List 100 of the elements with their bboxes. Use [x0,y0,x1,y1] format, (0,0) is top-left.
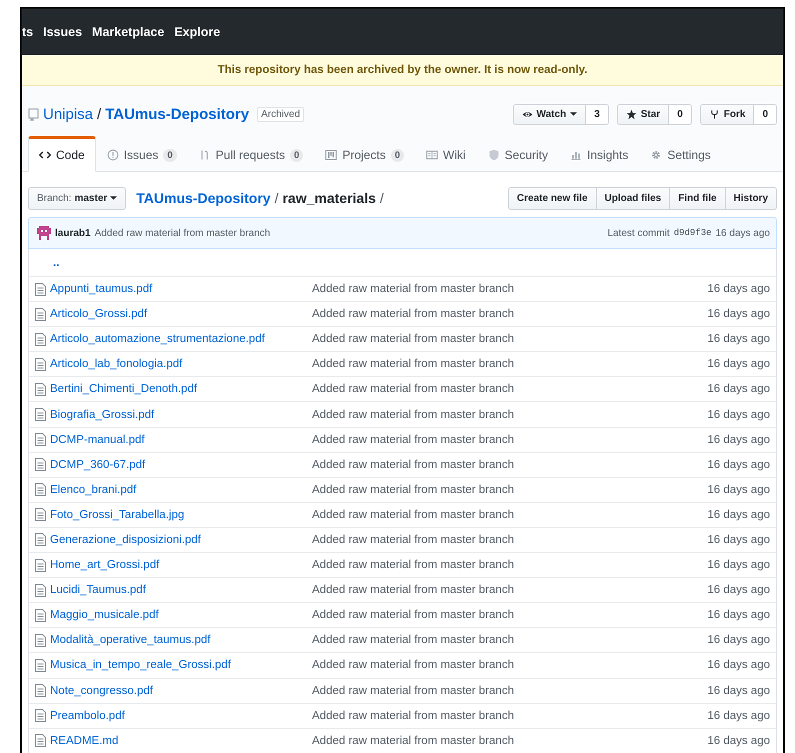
tab-counter: 0 [290,148,304,162]
file-icon [35,684,46,698]
file-age: 16 days ago [707,710,770,722]
file-icon [35,308,46,321]
file-action-button[interactable]: History [726,186,777,210]
commit-message: Added raw material from master branch [312,684,515,697]
gear-icon [650,149,662,161]
commit-message: Added raw material from master branch [312,308,515,320]
repo-action-button[interactable]: Watch [512,104,586,124]
file-age: 16 days ago [707,458,770,471]
commit-age: 16 days ago [716,228,770,238]
file-link[interactable]: Note_congresso.pdf [50,684,312,697]
file-action-button[interactable]: Upload files [596,186,670,210]
commit-author[interactable]: laurab1 [55,228,91,238]
file-icon [35,658,46,672]
file-icon [35,533,46,546]
tab-counter: 0 [163,148,177,162]
archived-label: Archived [257,106,304,122]
avatar-icon [37,226,51,240]
repo-tab[interactable]: Issues 0 [96,136,188,172]
breadcrumb-link[interactable]: TAUmus-Depository [136,190,271,206]
graph-icon [570,149,582,161]
caret-icon [570,112,578,116]
nav-link[interactable]: Issues [43,25,82,39]
book-icon [426,149,438,161]
commit-message: Added raw material from master branch [312,484,515,496]
file-link[interactable]: Biografia_Grossi.pdf [50,408,312,421]
repo-action-button[interactable]: Star [616,104,670,124]
file-link[interactable]: DCMP-manual.pdf [50,434,312,446]
repo-action-button[interactable]: Fork [700,104,754,124]
parent-directory-link[interactable]: .. [53,256,60,268]
file-link[interactable]: Elenco_brani.pdf [50,484,312,496]
commit-message: Added raw material from master branch [312,358,515,370]
social-count[interactable]: 0 [669,104,692,124]
star-icon [626,108,637,120]
file-link[interactable]: Bertini_Chimenti_Denoth.pdf [50,383,312,396]
repo-tab[interactable]: Settings [639,136,722,172]
file-icon [35,584,46,597]
file-icon [35,483,46,496]
file-link[interactable]: Generazione_disposizioni.pdf [50,534,312,546]
file-age: 16 days ago [707,584,770,596]
issue-icon [106,149,119,161]
commit-message: Added raw material from master branch [94,228,270,238]
commit-sha[interactable]: d9d9f3e [674,228,712,238]
file-age: 16 days ago [707,734,770,747]
file-link[interactable]: Modalità_operative_taumus.pdf [50,634,312,646]
file-link[interactable]: Maggio_musicale.pdf [50,609,312,622]
file-icon [35,408,46,422]
repo-tab[interactable]: Insights [559,136,640,172]
file-icon [35,358,46,371]
file-action-button[interactable]: Create new file [508,186,597,210]
commit-message: Added raw material from master branch [312,710,515,722]
commit-message: Added raw material from master branch [312,659,515,672]
file-link[interactable]: Appunti_taumus.pdf [50,283,312,296]
commit-message: Added raw material from master branch [312,383,515,396]
nav-link[interactable]: Marketplace [92,25,164,39]
owner-link[interactable]: Unipisa [43,106,94,122]
file-icon [35,332,46,346]
commit-message: Added raw material from master branch [312,734,515,747]
file-link[interactable]: Articolo_automazione_strumentazione.pdf [50,333,312,346]
file-age: 16 days ago [707,484,770,496]
file-age: 16 days ago [707,508,770,521]
repo-icon [28,108,39,120]
commit-message: Added raw material from master branch [312,634,515,646]
file-age: 16 days ago [707,684,770,697]
file-link[interactable]: Foto_Grossi_Tarabella.jpg [50,508,312,521]
repo-tab[interactable]: Code [28,136,96,172]
file-link[interactable]: Preambolo.pdf [50,710,312,722]
file-icon [35,282,46,296]
social-count[interactable]: 3 [586,104,609,124]
file-action-button[interactable]: Find file [670,186,726,210]
file-age: 16 days ago [707,609,770,622]
file-age: 16 days ago [707,283,770,296]
commit-message: Added raw material from master branch [312,508,515,521]
nav-link[interactable]: ts [22,25,34,39]
repo-tab[interactable]: Wiki [415,136,477,172]
file-link[interactable]: README.md [50,734,312,747]
path-separator: / [97,106,102,122]
file-icon [35,508,46,522]
repo-tab[interactable]: Projects 0 [314,136,415,172]
file-age: 16 days ago [707,634,770,646]
file-age: 16 days ago [707,434,770,446]
file-link[interactable]: Articolo_Grossi.pdf [50,308,312,320]
file-link[interactable]: Articolo_lab_fonologia.pdf [50,358,312,370]
file-age: 16 days ago [707,308,770,320]
commit-message: Added raw material from master branch [312,434,515,446]
file-icon [35,558,46,572]
tab-counter: 0 [390,148,404,162]
branch-select[interactable]: Branch: master [28,186,126,210]
repo-name-link[interactable]: TAUmus-Depository [105,106,250,122]
social-count[interactable]: 0 [754,104,777,124]
file-age: 16 days ago [707,333,770,346]
repo-tab[interactable]: Pull requests 0 [188,136,314,172]
file-age: 16 days ago [707,383,770,396]
file-link[interactable]: Lucidi_Taumus.pdf [50,584,312,596]
file-link[interactable]: Musica_in_tempo_reale_Grossi.pdf [50,659,312,672]
file-link[interactable]: DCMP_360-67.pdf [50,458,312,471]
file-link[interactable]: Home_art_Grossi.pdf [50,559,312,572]
nav-link[interactable]: Explore [174,25,220,39]
repo-tab[interactable]: Security [476,136,560,172]
